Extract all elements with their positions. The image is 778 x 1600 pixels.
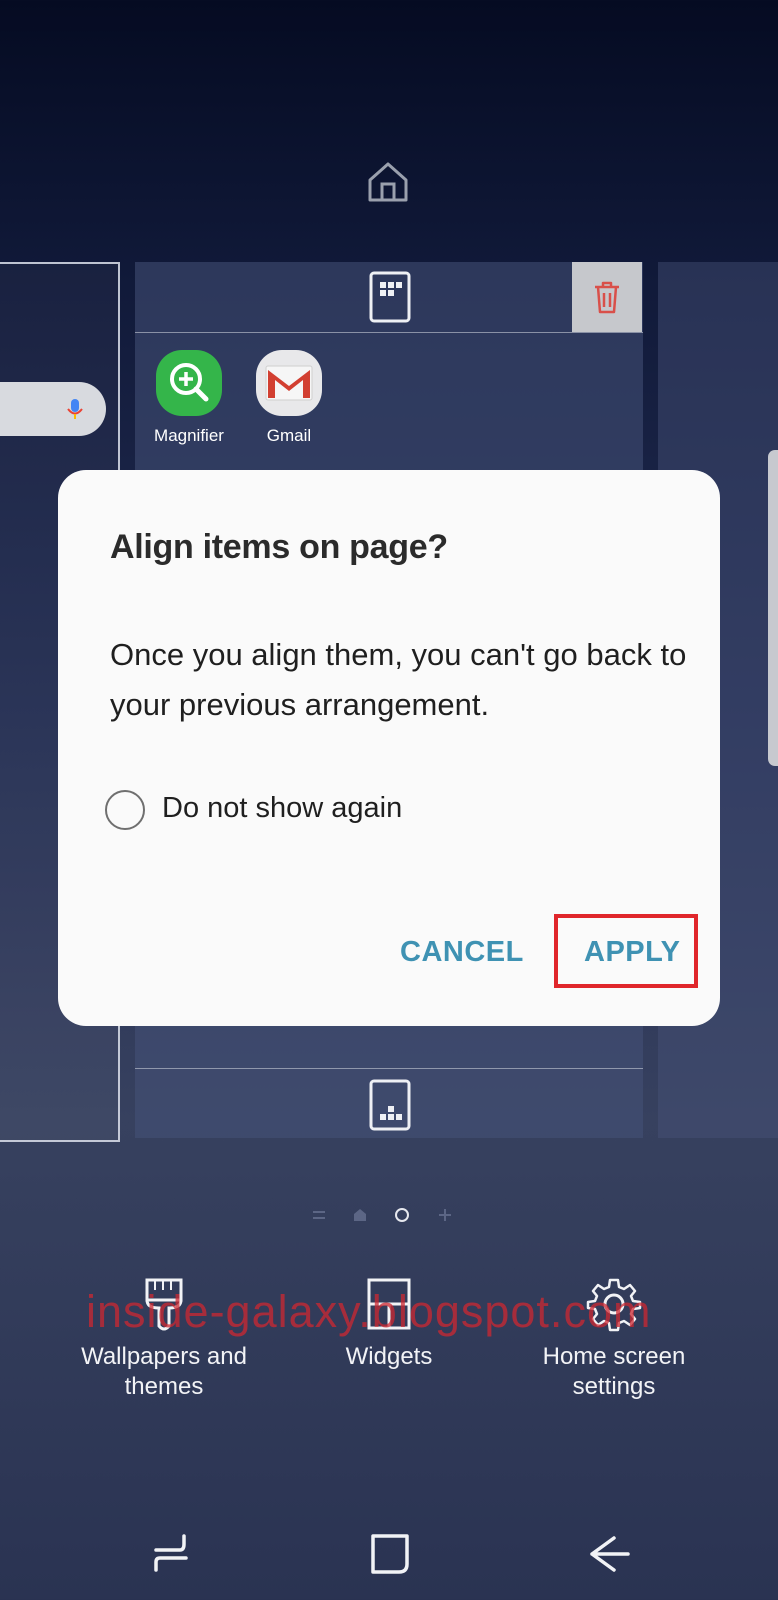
- dialog-message: Once you align them, you can't go back t…: [110, 637, 687, 722]
- magnifier-icon: [156, 350, 222, 416]
- app-gmail[interactable]: Gmail: [247, 350, 331, 446]
- watermark: inside-galaxy.blogspot.com: [86, 1286, 652, 1337]
- align-bottom-icon[interactable]: [368, 1078, 412, 1132]
- add-page-icon: [439, 1209, 451, 1221]
- page-bottom-divider: [135, 1068, 643, 1069]
- app-label: Gmail: [266, 426, 312, 445]
- current-page-dot-icon: [395, 1208, 409, 1222]
- apply-button[interactable]: APPLY: [584, 936, 681, 969]
- align-top-icon[interactable]: [368, 270, 412, 324]
- do-not-show-radio[interactable]: [105, 790, 145, 830]
- home-button-icon[interactable]: [367, 1530, 415, 1578]
- home-settings-label: Home screen settings: [542, 1343, 686, 1400]
- pages-list-icon: [313, 1211, 325, 1219]
- home-page-dot-icon: [354, 1209, 366, 1221]
- page-indicator: [313, 1208, 451, 1222]
- app-magnifier[interactable]: Magnifier: [147, 350, 231, 446]
- mic-icon[interactable]: [64, 398, 86, 420]
- wallpapers-label: Wallpapers and themes: [81, 1343, 247, 1400]
- widgets-label: Widgets: [345, 1343, 433, 1370]
- trash-icon: [595, 281, 619, 314]
- google-search-bar[interactable]: [0, 382, 106, 436]
- do-not-show-label[interactable]: Do not show again: [162, 792, 402, 825]
- dialog-title: Align items on page?: [110, 528, 448, 566]
- back-icon[interactable]: [584, 1530, 632, 1578]
- home-page-icon[interactable]: [366, 160, 410, 204]
- cancel-button[interactable]: CANCEL: [400, 936, 524, 969]
- recents-icon[interactable]: [150, 1530, 198, 1578]
- app-label: Magnifier: [154, 426, 224, 445]
- gmail-icon: [256, 350, 322, 416]
- edge-panel-handle[interactable]: [768, 450, 778, 766]
